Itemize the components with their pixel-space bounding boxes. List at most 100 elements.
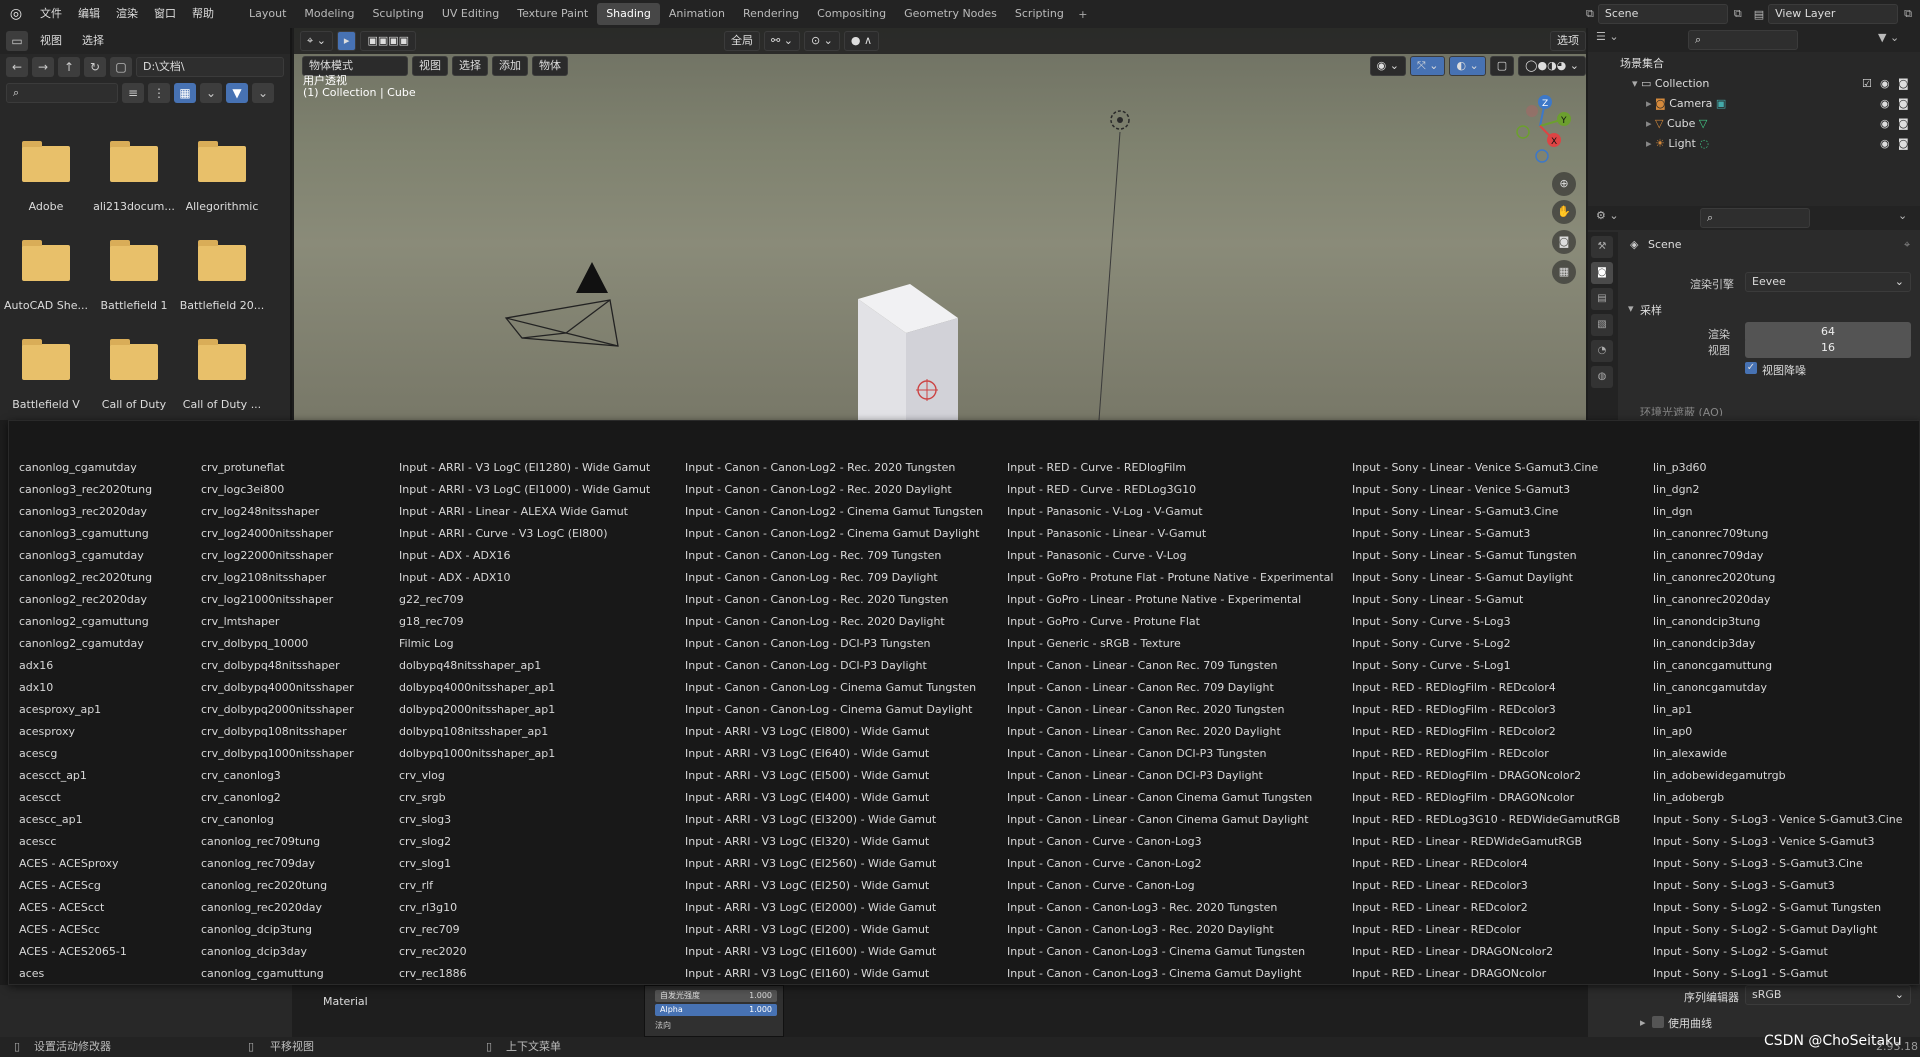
outliner-item-light[interactable]: ▸ ☀ Light ◌ ◉ ◙ [1588,134,1920,154]
colorspace-option[interactable]: Input - Canon - Canon-Log - Rec. 2020 Tu… [685,589,983,611]
colorspace-option[interactable]: canonlog_dcip3day [201,941,354,963]
colorspace-option[interactable]: Input - Sony - Linear - S-Gamut Tungsten [1352,545,1620,567]
outliner-item-camera[interactable]: ▸ ◙ Camera ▣ ◉ ◙ [1588,94,1920,114]
colorspace-option[interactable]: lin_adobergb [1653,787,1903,809]
colorspace-option[interactable]: acescct [19,787,152,809]
ao-section-header[interactable]: 环境光遮蔽 (AO) [1640,404,1723,416]
colorspace-option[interactable]: Input - Canon - Canon-Log3 - Rec. 2020 D… [1007,919,1333,941]
editor-type-icon[interactable]: ▭ [6,31,28,51]
colorspace-option[interactable]: Input - ARRI - V3 LogC (EI320) - Wide Ga… [685,831,983,853]
colorspace-option[interactable]: canonlog2_rec2020tung [19,567,152,589]
colorspace-option[interactable]: crv_log22000nitsshaper [201,545,354,567]
colorspace-option[interactable]: Input - Canon - Canon-Log3 - Cinema Gamu… [1007,963,1333,985]
colorspace-option[interactable]: Input - Canon - Canon-Log - Cinema Gamut… [685,699,983,721]
colorspace-option[interactable]: Input - ARRI - V3 LogC (EI1000) - Wide G… [399,479,650,501]
expand-arrow-icon[interactable]: ▾ [1632,77,1641,90]
thumbnails-icon[interactable]: ▦ [174,83,196,103]
tool-tab-icon[interactable]: ⚒ [1591,236,1613,258]
filter-search-input[interactable]: ⌕ [6,83,118,103]
colorspace-option[interactable]: crv_dolbypq_10000 [201,633,354,655]
scene-tab-icon[interactable]: ◔ [1591,340,1613,362]
colorspace-option[interactable]: Input - RED - REDlogFilm - REDcolor2 [1352,721,1620,743]
colorspace-option[interactable]: lin_canoncgamuttung [1653,655,1903,677]
colorspace-option[interactable]: canonlog3_cgamutday [19,545,152,567]
colorspace-option[interactable]: crv_dolbypq2000nitsshaper [201,699,354,721]
colorspace-option[interactable]: lin_dgn [1653,501,1903,523]
colorspace-option[interactable]: ACES - ACEScc [19,919,152,941]
colorspace-option[interactable]: Input - Canon - Linear - Canon DCI-P3 Tu… [1007,743,1333,765]
colorspace-option[interactable]: Input - Canon - Curve - Canon-Log [1007,875,1333,897]
colorspace-option[interactable]: dolbypq4000nitsshaper_ap1 [399,677,650,699]
pan-hand-icon[interactable]: ✋ [1552,200,1576,224]
colorspace-option[interactable]: crv_log248nitsshaper [201,501,354,523]
colorspace-option[interactable]: Input - ARRI - Curve - V3 LogC (EI800) [399,523,650,545]
properties-editor-icon[interactable]: ⚙ ⌄ [1596,209,1619,222]
colorspace-option[interactable]: canonlog_cgamutday [19,457,152,479]
colorspace-option[interactable]: Input - Sony - Linear - S-Gamut [1352,589,1620,611]
checkbox-icon[interactable]: ☑ [1862,74,1872,94]
eye-icon[interactable]: ◉ [1880,74,1890,94]
colorspace-option[interactable]: Input - Canon - Canon-Log - Rec. 709 Day… [685,567,983,589]
colorspace-option[interactable]: crv_slog1 [399,853,650,875]
colorspace-option[interactable]: Input - RED - Linear - DRAGONcolor [1352,963,1620,985]
3d-viewport[interactable]: ⌖ ⌄ ▸ ▣▣▣▣ 全局 ⚯ ⌄ ⊙ ⌄ ● ∧ 选项 物体模式 视图 选择 … [294,28,1586,420]
colorspace-option[interactable]: lin_canonrec2020tung [1653,567,1903,589]
tab-animation[interactable]: Animation [660,3,734,25]
colorspace-option[interactable]: crv_dolbypq48nitsshaper [201,655,354,677]
colorspace-option[interactable]: Input - Sony - Linear - S-Gamut3 [1352,523,1620,545]
colorspace-option[interactable]: crv_rec1886 [399,963,650,985]
colorspace-option[interactable]: crv_canonlog2 [201,787,354,809]
colorspace-option[interactable]: Input - RED - Curve - REDLog3G10 [1007,479,1333,501]
colorspace-option[interactable]: Input - Sony - Curve - S-Log2 [1352,633,1620,655]
colorspace-option[interactable]: Input - Canon - Canon-Log - Cinema Gamut… [685,677,983,699]
colorspace-option[interactable]: Input - Sony - Linear - S-Gamut3.Cine [1352,501,1620,523]
colorspace-option[interactable]: acescg [19,743,152,765]
colorspace-option[interactable]: crv_vlog [399,765,650,787]
folder-item[interactable]: Adobe [2,141,90,213]
colorspace-option[interactable]: canonlog3_cgamuttung [19,523,152,545]
colorspace-option[interactable]: crv_slog3 [399,809,650,831]
scene-collection-row[interactable]: 场景集合 [1588,54,1920,74]
tab-uv-editing[interactable]: UV Editing [433,3,508,25]
menu-window[interactable]: 窗口 [146,0,184,28]
colorspace-option[interactable]: ACES - ACES2065-1 [19,941,152,963]
colorspace-option[interactable]: lin_canoncgamutday [1653,677,1903,699]
tab-sculpting[interactable]: Sculpting [363,3,432,25]
colorspace-option[interactable]: Input - Sony - Linear - Venice S-Gamut3 [1352,479,1620,501]
colorspace-option[interactable]: canonlog2_cgamuttung [19,611,152,633]
parent-dir-icon[interactable]: ↑ [58,57,80,77]
colorspace-option[interactable]: ACES - ACESproxy [19,853,152,875]
tab-geometry-nodes[interactable]: Geometry Nodes [895,3,1006,25]
colorspace-option[interactable]: Input - ARRI - V3 LogC (EI2000) - Wide G… [685,897,983,919]
colorspace-option[interactable]: Input - ARRI - V3 LogC (EI1600) - Wide G… [685,941,983,963]
camera-object[interactable] [504,262,619,347]
refresh-icon[interactable]: ↻ [84,57,106,77]
colorspace-option[interactable]: Input - Canon - Linear - Canon Cinema Ga… [1007,787,1333,809]
colorspace-option[interactable]: Input - ARRI - V3 LogC (EI250) - Wide Ga… [685,875,983,897]
colorspace-option[interactable]: Input - ARRI - V3 LogC (EI640) - Wide Ga… [685,743,983,765]
colorspace-option[interactable]: Input - RED - REDlogFilm - DRAGONcolor2 [1352,765,1620,787]
fb-menu-select[interactable]: 选择 [74,27,112,55]
colorspace-option[interactable]: lin_adobewidegamutrgb [1653,765,1903,787]
colorspace-option[interactable]: Input - Canon - Linear - Canon Rec. 709 … [1007,655,1333,677]
new-view-layer-icon[interactable]: ⧉ [1904,7,1912,21]
colorspace-option[interactable]: Input - RED - REDLog3G10 - REDWideGamutR… [1352,809,1620,831]
tab-shading[interactable]: Shading [597,3,660,25]
colorspace-option[interactable]: Input - Canon - Canon-Log2 - Rec. 2020 T… [685,457,983,479]
colorspace-option[interactable]: Input - Sony - S-Log1 - S-Gamut [1653,963,1903,985]
colorspace-option[interactable]: ACES - ACEScct [19,897,152,919]
colorspace-option[interactable]: Input - Sony - Curve - S-Log1 [1352,655,1620,677]
colorspace-option[interactable]: crv_log21000nitsshaper [201,589,354,611]
colorspace-option[interactable]: lin_p3d60 [1653,457,1903,479]
output-tab-icon[interactable]: ▤ [1591,288,1613,310]
colorspace-option[interactable]: Input - Canon - Curve - Canon-Log3 [1007,831,1333,853]
tab-layout[interactable]: Layout [240,3,295,25]
colorspace-option[interactable]: canonlog3_rec2020tung [19,479,152,501]
colorspace-option[interactable]: Input - Sony - S-Log2 - S-Gamut Daylight [1653,919,1903,941]
world-tab-icon[interactable]: ◍ [1591,366,1613,388]
filter-icon[interactable]: ▼ [226,83,248,103]
menu-edit[interactable]: 编辑 [70,0,108,28]
colorspace-option[interactable]: Input - RED - Linear - REDcolor3 [1352,875,1620,897]
colorspace-option[interactable]: Input - GoPro - Protune Flat - Protune N… [1007,567,1333,589]
colorspace-option[interactable]: Input - Canon - Canon-Log3 - Cinema Gamu… [1007,941,1333,963]
